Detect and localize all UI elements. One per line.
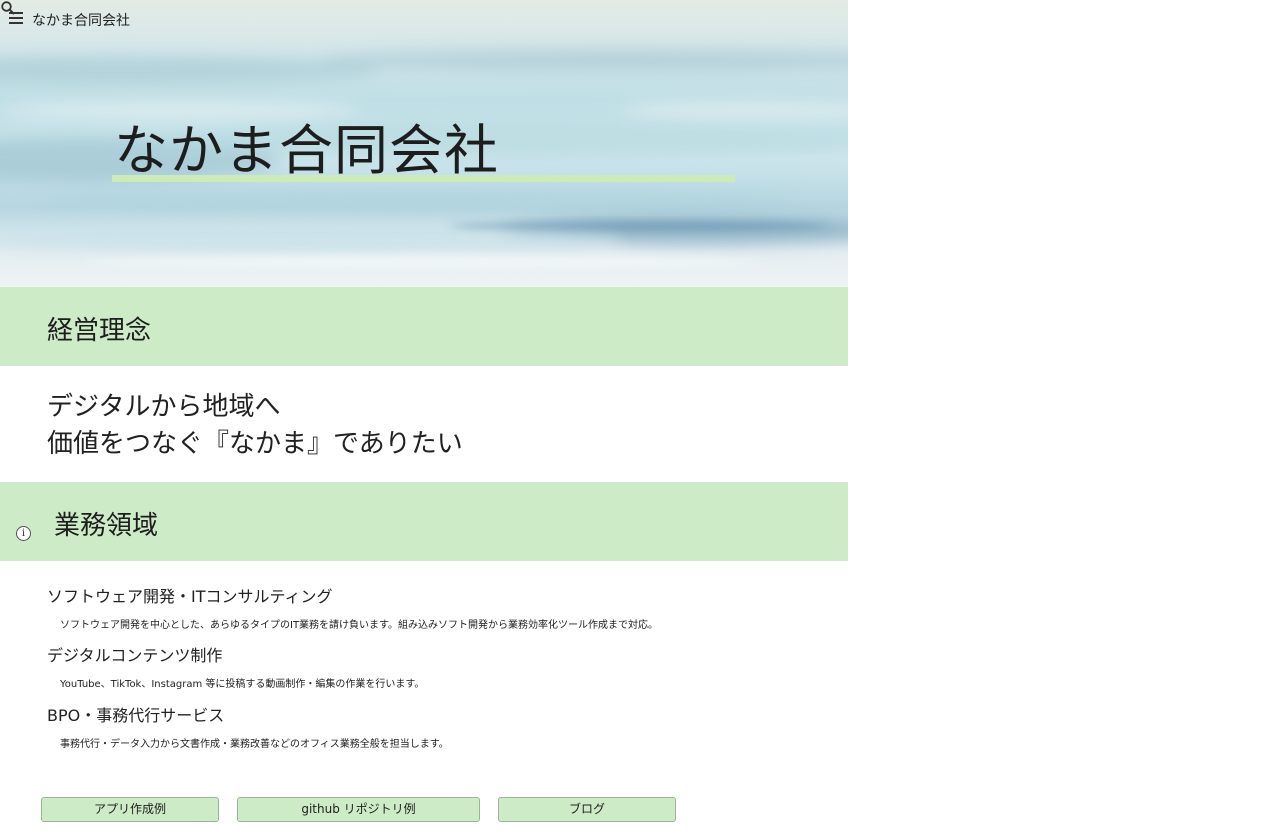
service-description: 事務代行・データ入力から文書作成・業務改善などのオフィス業務全般を担当します。 — [60, 739, 449, 750]
hero-banner: なかま合同会社 なかま合同会社 — [0, 0, 848, 287]
page: なかま合同会社 なかま合同会社 経営理念 デジタルから地域へ 価値をつなぐ『なか… — [0, 0, 848, 835]
service-title: BPO・事務代行サービス — [47, 706, 225, 725]
blog-button[interactable]: ブログ — [498, 797, 676, 822]
service-description: ソフトウェア開発を中心とした、あらゆるタイプのIT業務を請け負います。組み込みソ… — [60, 620, 659, 631]
service-title: ソフトウェア開発・ITコンサルティング — [47, 587, 333, 606]
service-item: デジタルコンテンツ制作 YouTube、TikTok、Instagram 等に投… — [47, 642, 424, 690]
hero-title: なかま合同会社 — [114, 119, 499, 182]
business-section-header: 業務領域 — [0, 482, 848, 561]
business-heading: 業務領域 — [54, 511, 159, 541]
info-icon[interactable]: i — [16, 526, 31, 541]
philosophy-line-1: デジタルから地域へ — [47, 392, 281, 422]
app-examples-button[interactable]: アプリ作成例 — [41, 797, 219, 822]
hero-title-underline — [112, 175, 735, 182]
philosophy-line-2: 価値をつなぐ『なかま』でありたい — [47, 429, 463, 459]
service-description: YouTube、TikTok、Instagram 等に投稿する動画制作・編集の作… — [60, 679, 425, 690]
search-icon[interactable] — [0, 0, 16, 16]
service-title: デジタルコンテンツ制作 — [47, 646, 223, 665]
top-app-bar: なかま合同会社 — [0, 0, 848, 38]
github-repositories-button[interactable]: github リポジトリ例 — [237, 797, 480, 822]
service-item: BPO・事務代行サービス 事務代行・データ入力から文書作成・業務改善などのオフィ… — [47, 702, 449, 750]
philosophy-statement: デジタルから地域へ 価値をつなぐ『なかま』でありたい — [47, 389, 463, 463]
service-item: ソフトウェア開発・ITコンサルティング ソフトウェア開発を中心とした、あらゆるタ… — [47, 583, 658, 631]
philosophy-heading: 経営理念 — [47, 316, 152, 346]
philosophy-section-header: 経営理念 — [0, 287, 848, 366]
site-title-link[interactable]: なかま合同会社 — [32, 10, 130, 30]
